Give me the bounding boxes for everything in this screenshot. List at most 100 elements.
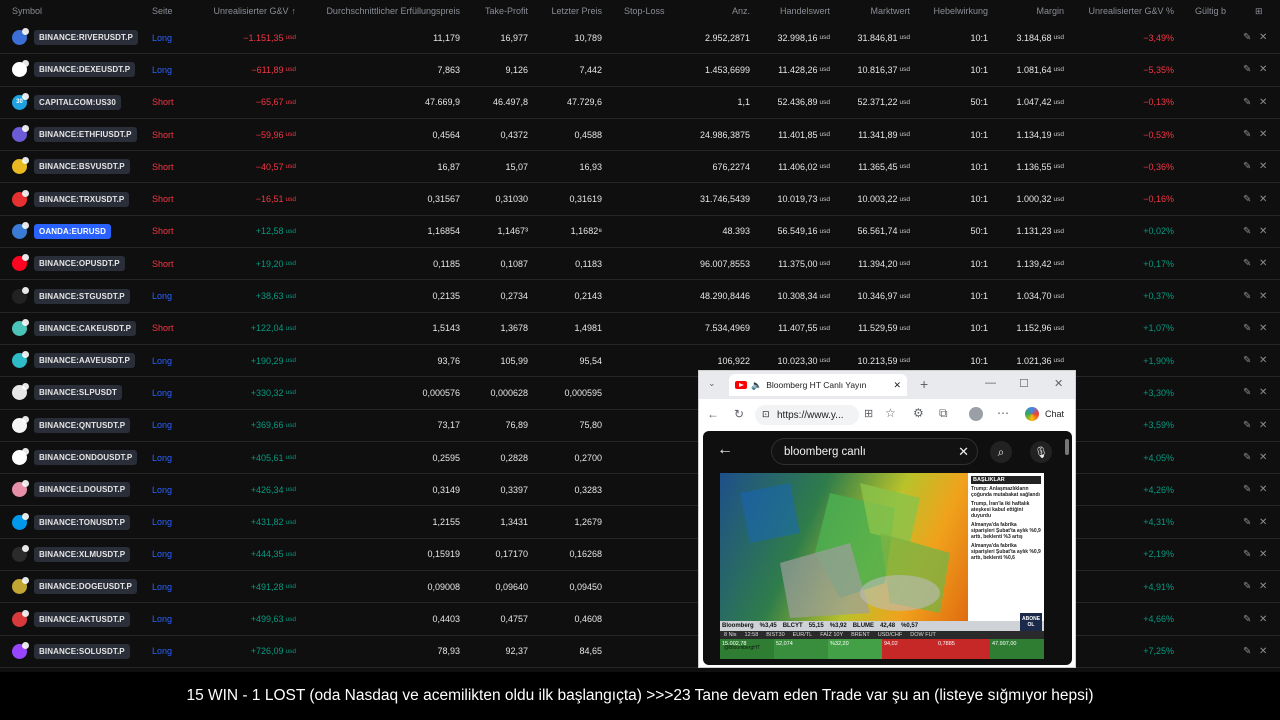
chat-label[interactable]: Chat — [1045, 409, 1064, 419]
symbol-badge[interactable]: CAPITALCOM:US30 — [34, 94, 121, 110]
site-info-icon[interactable]: ⊡ — [762, 409, 770, 420]
symbol-badge[interactable]: BINANCE:SLPUSDT — [34, 385, 122, 401]
table-row[interactable]: BINANCE:BSVUSDT.P Short −40,57 usd 16,87 15,0… — [0, 151, 1280, 184]
symbol-badge[interactable]: BINANCE:AKTUSDT.P — [34, 611, 130, 627]
table-row[interactable]: BINANCE:TRXUSDT.P Short −16,51 usd 0,31567 0,… — [0, 184, 1280, 216]
col-take-profit[interactable]: Take-Profit — [462, 0, 528, 22]
symbol-cell[interactable]: BINANCE:RIVERUSDT.P — [12, 22, 147, 53]
table-row[interactable]: BINANCE:SLPUSDT Long +330,32 usd 0,000576 0,0… — [0, 377, 1280, 410]
edit-position-icon[interactable]: ✎ — [1243, 507, 1255, 538]
table-row[interactable]: OANDA:EURUSD Short +12,58 usd 1,16854 1,1467³… — [0, 216, 1280, 249]
close-position-icon[interactable]: ✕ — [1259, 377, 1271, 408]
symbol-badge[interactable]: BINANCE:AAVEUSDT.P — [34, 353, 135, 369]
close-position-icon[interactable]: ✕ — [1259, 151, 1271, 182]
close-position-icon[interactable]: ✕ — [1259, 539, 1271, 570]
close-position-icon[interactable]: ✕ — [1259, 184, 1271, 215]
edit-position-icon[interactable]: ✎ — [1243, 216, 1255, 247]
table-row[interactable]: BINANCE:QNTUSDT.P Long +369,66 usd 73,17 76,8… — [0, 410, 1280, 442]
symbol-badge[interactable]: BINANCE:BSVUSDT.P — [34, 159, 130, 175]
edit-position-icon[interactable]: ✎ — [1243, 571, 1255, 602]
speaker-icon[interactable]: 🔈 — [751, 380, 762, 391]
edit-position-icon[interactable]: ✎ — [1243, 54, 1255, 85]
edit-position-icon[interactable]: ✎ — [1243, 280, 1255, 311]
symbol-badge[interactable]: BINANCE:LDOUSDT.P — [34, 482, 131, 498]
maximize-icon[interactable]: ☐ — [1019, 377, 1029, 390]
reload-icon[interactable]: ↻ — [734, 407, 744, 421]
symbol-cell[interactable]: BINANCE:SLPUSDT — [12, 377, 147, 408]
symbol-badge[interactable]: OANDA:EURUSD — [34, 223, 111, 239]
window-close-icon[interactable]: ✕ — [1054, 377, 1063, 390]
edit-position-icon[interactable]: ✎ — [1243, 22, 1255, 53]
edit-position-icon[interactable]: ✎ — [1243, 184, 1255, 215]
table-row[interactable]: BINANCE:ONDOUSDT.P Long +405,61 usd 0,2595 0,… — [0, 442, 1280, 475]
close-position-icon[interactable]: ✕ — [1259, 54, 1271, 85]
search-icon[interactable]: ⌕ — [990, 441, 1012, 463]
scrollbar-thumb[interactable] — [1065, 439, 1069, 455]
close-position-icon[interactable]: ✕ — [1259, 87, 1271, 118]
table-row[interactable]: BINANCE:AAVEUSDT.P Long +190,29 usd 93,76 105… — [0, 345, 1280, 378]
extensions-icon[interactable]: ⚙ — [913, 406, 924, 420]
close-position-icon[interactable]: ✕ — [1259, 216, 1271, 247]
youtube-search-input[interactable]: bloomberg canlı ✕ — [771, 438, 978, 465]
edit-position-icon[interactable]: ✎ — [1243, 474, 1255, 505]
col-market-value[interactable]: Marktwert — [832, 0, 910, 22]
browser-tab[interactable]: 🔈 Bloomberg HT Canlı Yayın ✕ — [729, 374, 907, 396]
symbol-badge[interactable]: BINANCE:TRXUSDT.P — [34, 191, 130, 207]
col-unrealized-pnl-pct[interactable]: Unrealisierter G&V % — [1070, 0, 1174, 22]
symbol-badge[interactable]: BINANCE:ETHFIUSDT.P — [34, 127, 137, 143]
copilot-icon[interactable] — [1025, 407, 1039, 421]
subscribe-badge[interactable]: ABONE OL — [1020, 613, 1042, 631]
table-row[interactable]: BINANCE:DEXEUSDT.P Long −611,89 usd 7,863 9,1… — [0, 54, 1280, 87]
collections-icon[interactable]: ⧉ — [939, 406, 948, 421]
symbol-cell[interactable]: BINANCE:AKTUSDT.P — [12, 603, 147, 634]
close-position-icon[interactable]: ✕ — [1259, 474, 1271, 505]
col-side[interactable]: Seite — [152, 0, 192, 22]
symbol-badge[interactable]: BINANCE:XLMUSDT.P — [34, 546, 131, 562]
symbol-cell[interactable]: BINANCE:LDOUSDT.P — [12, 474, 147, 505]
col-symbol[interactable]: Symbol — [12, 0, 82, 22]
col-last-price[interactable]: Letzter Preis — [530, 0, 602, 22]
symbol-cell[interactable]: 30 CAPITALCOM:US30 — [12, 87, 147, 118]
close-position-icon[interactable]: ✕ — [1259, 313, 1271, 344]
edit-position-icon[interactable]: ✎ — [1243, 539, 1255, 570]
table-row[interactable]: BINANCE:AKTUSDT.P Long +499,63 usd 0,4403 0,4… — [0, 603, 1280, 636]
symbol-badge[interactable]: BINANCE:OPUSDT.P — [34, 256, 125, 272]
back-icon[interactable]: ← — [707, 407, 719, 421]
address-bar[interactable]: ⊡ https://www.y... — [755, 405, 859, 425]
microphone-icon[interactable]: 🎙 — [1030, 441, 1052, 463]
symbol-cell[interactable]: BINANCE:ETHFIUSDT.P — [12, 119, 147, 150]
col-trade-value[interactable]: Handelswert — [752, 0, 830, 22]
video-player[interactable]: BAŞLIKLAR Trump: Anlaşmazlıkların çoğund… — [720, 473, 1044, 659]
close-position-icon[interactable]: ✕ — [1259, 280, 1271, 311]
edit-position-icon[interactable]: ✎ — [1243, 119, 1255, 150]
youtube-back-icon[interactable]: ← — [717, 441, 733, 459]
symbol-cell[interactable]: OANDA:EURUSD — [12, 216, 147, 247]
symbol-cell[interactable]: BINANCE:CAKEUSDT.P — [12, 313, 147, 344]
col-unrealized-pnl[interactable]: Unrealisierter G&V ↑ — [190, 0, 296, 22]
symbol-cell[interactable]: BINANCE:TONUSDT.P — [12, 507, 147, 538]
browser-window[interactable]: ⌄ 🔈 Bloomberg HT Canlı Yayın ✕ + — ☐ ✕ ←… — [698, 370, 1076, 668]
more-menu-icon[interactable]: ⋯ — [997, 406, 1009, 420]
edit-position-icon[interactable]: ✎ — [1243, 442, 1255, 473]
col-stop-loss[interactable]: Stop-Loss — [624, 0, 684, 22]
table-row[interactable]: BINANCE:DOGEUSDT.P Long +491,28 usd 0,09008 0… — [0, 571, 1280, 604]
symbol-badge[interactable]: BINANCE:ONDOUSDT.P — [34, 450, 138, 466]
table-row[interactable]: 30 CAPITALCOM:US30 Short −65,67 usd 47.669,9 4… — [0, 87, 1280, 119]
edit-position-icon[interactable]: ✎ — [1243, 377, 1255, 408]
symbol-badge[interactable]: BINANCE:QNTUSDT.P — [34, 417, 131, 433]
table-row[interactable]: BINANCE:LDOUSDT.P Long +426,34 usd 0,3149 0,3… — [0, 474, 1280, 507]
symbol-badge[interactable]: BINANCE:DEXEUSDT.P — [34, 62, 136, 78]
favorite-star-icon[interactable]: ☆ — [885, 406, 896, 420]
symbol-cell[interactable]: BINANCE:TRXUSDT.P — [12, 184, 147, 215]
col-leverage[interactable]: Hebelwirkung — [912, 0, 988, 22]
edit-position-icon[interactable]: ✎ — [1243, 87, 1255, 118]
symbol-cell[interactable]: BINANCE:BSVUSDT.P — [12, 151, 147, 182]
close-position-icon[interactable]: ✕ — [1259, 571, 1271, 602]
edit-position-icon[interactable]: ✎ — [1243, 313, 1255, 344]
reader-icon[interactable]: ⊞ — [864, 407, 873, 420]
symbol-badge[interactable]: BINANCE:DOGEUSDT.P — [34, 579, 137, 595]
table-row[interactable]: BINANCE:SOLUSDT.P Long +726,09 usd 78,93 92,3… — [0, 636, 1280, 668]
tab-close-icon[interactable]: ✕ — [893, 380, 901, 391]
col-margin[interactable]: Margin — [990, 0, 1064, 22]
tab-list-chevron-icon[interactable]: ⌄ — [708, 378, 716, 389]
